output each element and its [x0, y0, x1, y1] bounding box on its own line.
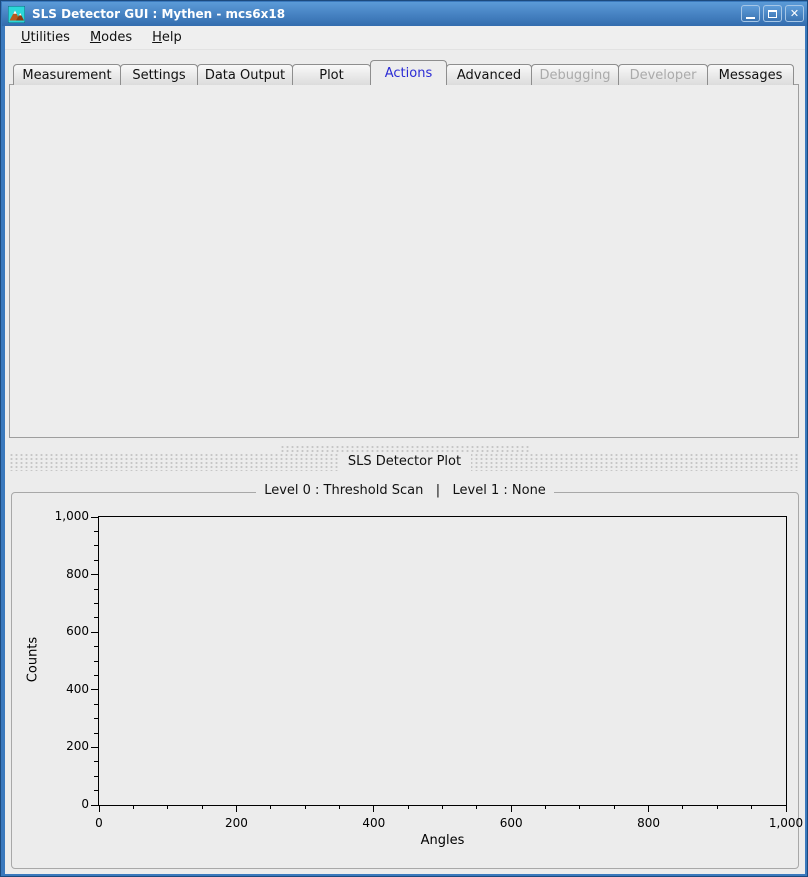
menubar: Utilities Modes Help — [5, 26, 805, 50]
y-tick — [94, 560, 98, 561]
maximize-icon — [768, 10, 777, 18]
y-tick-label: 0 — [37, 797, 89, 811]
tab-plot[interactable]: Plot — [292, 64, 371, 85]
window-title: SLS Detector GUI : Mythen - mcs6x18 — [32, 7, 285, 21]
titlebar[interactable]: SLS Detector GUI : Mythen - mcs6x18 ✕ — [2, 2, 807, 26]
tab-actions[interactable]: Actions — [370, 60, 447, 85]
tab-measurement[interactable]: Measurement — [13, 64, 121, 85]
menu-item-help[interactable]: Help — [142, 28, 192, 47]
y-axis-label: Counts — [26, 600, 41, 720]
tab-messages[interactable]: Messages — [707, 64, 794, 85]
y-tick — [91, 574, 98, 575]
y-tick — [91, 517, 98, 518]
minimize-button[interactable] — [741, 5, 760, 22]
close-icon: ✕ — [790, 8, 799, 19]
x-tick — [99, 805, 100, 812]
x-tick — [545, 805, 546, 809]
y-tick — [94, 790, 98, 791]
y-tick — [94, 646, 98, 647]
x-tick — [305, 805, 306, 809]
app-window: SLS Detector GUI : Mythen - mcs6x18 ✕ Ut… — [0, 0, 808, 877]
tab-advanced[interactable]: Advanced — [446, 64, 532, 85]
y-tick — [94, 675, 98, 676]
y-tick — [94, 589, 98, 590]
y-tick — [91, 689, 98, 690]
x-tick — [511, 805, 512, 812]
x-tick — [236, 805, 237, 812]
maximize-button[interactable] — [763, 5, 782, 22]
tab-settings[interactable]: Settings — [120, 64, 198, 85]
y-tick — [91, 632, 98, 633]
plot-dock-titlebar[interactable]: SLS Detector Plot — [9, 453, 800, 471]
x-tick — [133, 805, 134, 809]
mountain-logo-icon — [8, 6, 25, 23]
y-tick — [94, 776, 98, 777]
tab-developer: Developer — [618, 64, 708, 85]
tab-bar: Measurement Settings Data Output Plot Ac… — [14, 60, 794, 85]
x-tick — [167, 805, 168, 809]
x-tick-label: 1,000 — [756, 816, 808, 830]
x-tick-label: 200 — [206, 816, 266, 830]
x-tick — [648, 805, 649, 812]
x-tick — [682, 805, 683, 809]
y-tick — [94, 704, 98, 705]
x-tick — [373, 805, 374, 812]
x-tick — [751, 805, 752, 809]
y-tick-label: 200 — [37, 739, 89, 753]
x-tick — [442, 805, 443, 809]
close-button[interactable]: ✕ — [785, 5, 804, 22]
x-tick — [614, 805, 615, 809]
y-tick-label: 400 — [37, 682, 89, 696]
x-tick — [786, 805, 787, 812]
x-tick — [408, 805, 409, 809]
y-tick-label: 1,000 — [37, 509, 89, 523]
x-tick-label: 0 — [69, 816, 129, 830]
y-tick-label: 800 — [37, 567, 89, 581]
x-tick — [717, 805, 718, 809]
y-tick — [94, 603, 98, 604]
actions-panel — [9, 84, 799, 438]
minimize-icon — [746, 17, 755, 19]
tab-debugging: Debugging — [531, 64, 619, 85]
y-tick — [91, 805, 98, 806]
x-tick-label: 600 — [481, 816, 541, 830]
x-tick-label: 400 — [344, 816, 404, 830]
tab-data-output[interactable]: Data Output — [197, 64, 293, 85]
y-tick — [94, 531, 98, 532]
x-tick — [270, 805, 271, 809]
y-tick — [94, 661, 98, 662]
plot-dock-title: SLS Detector Plot — [338, 453, 471, 471]
y-tick — [94, 733, 98, 734]
y-tick — [91, 747, 98, 748]
x-axis-label: Angles — [383, 833, 503, 848]
y-tick — [94, 761, 98, 762]
x-tick-label: 800 — [619, 816, 679, 830]
y-tick-label: 600 — [37, 624, 89, 638]
plot-axes: 02004006008001,00002004006008001,000Angl… — [98, 516, 787, 806]
menu-item-utilities[interactable]: Utilities — [11, 28, 80, 47]
x-tick — [579, 805, 580, 809]
splitter-handle[interactable] — [280, 445, 530, 452]
x-tick — [339, 805, 340, 809]
y-tick — [94, 617, 98, 618]
y-tick — [94, 545, 98, 546]
y-tick — [94, 718, 98, 719]
x-tick — [476, 805, 477, 809]
x-tick — [202, 805, 203, 809]
menu-item-modes[interactable]: Modes — [80, 28, 142, 47]
